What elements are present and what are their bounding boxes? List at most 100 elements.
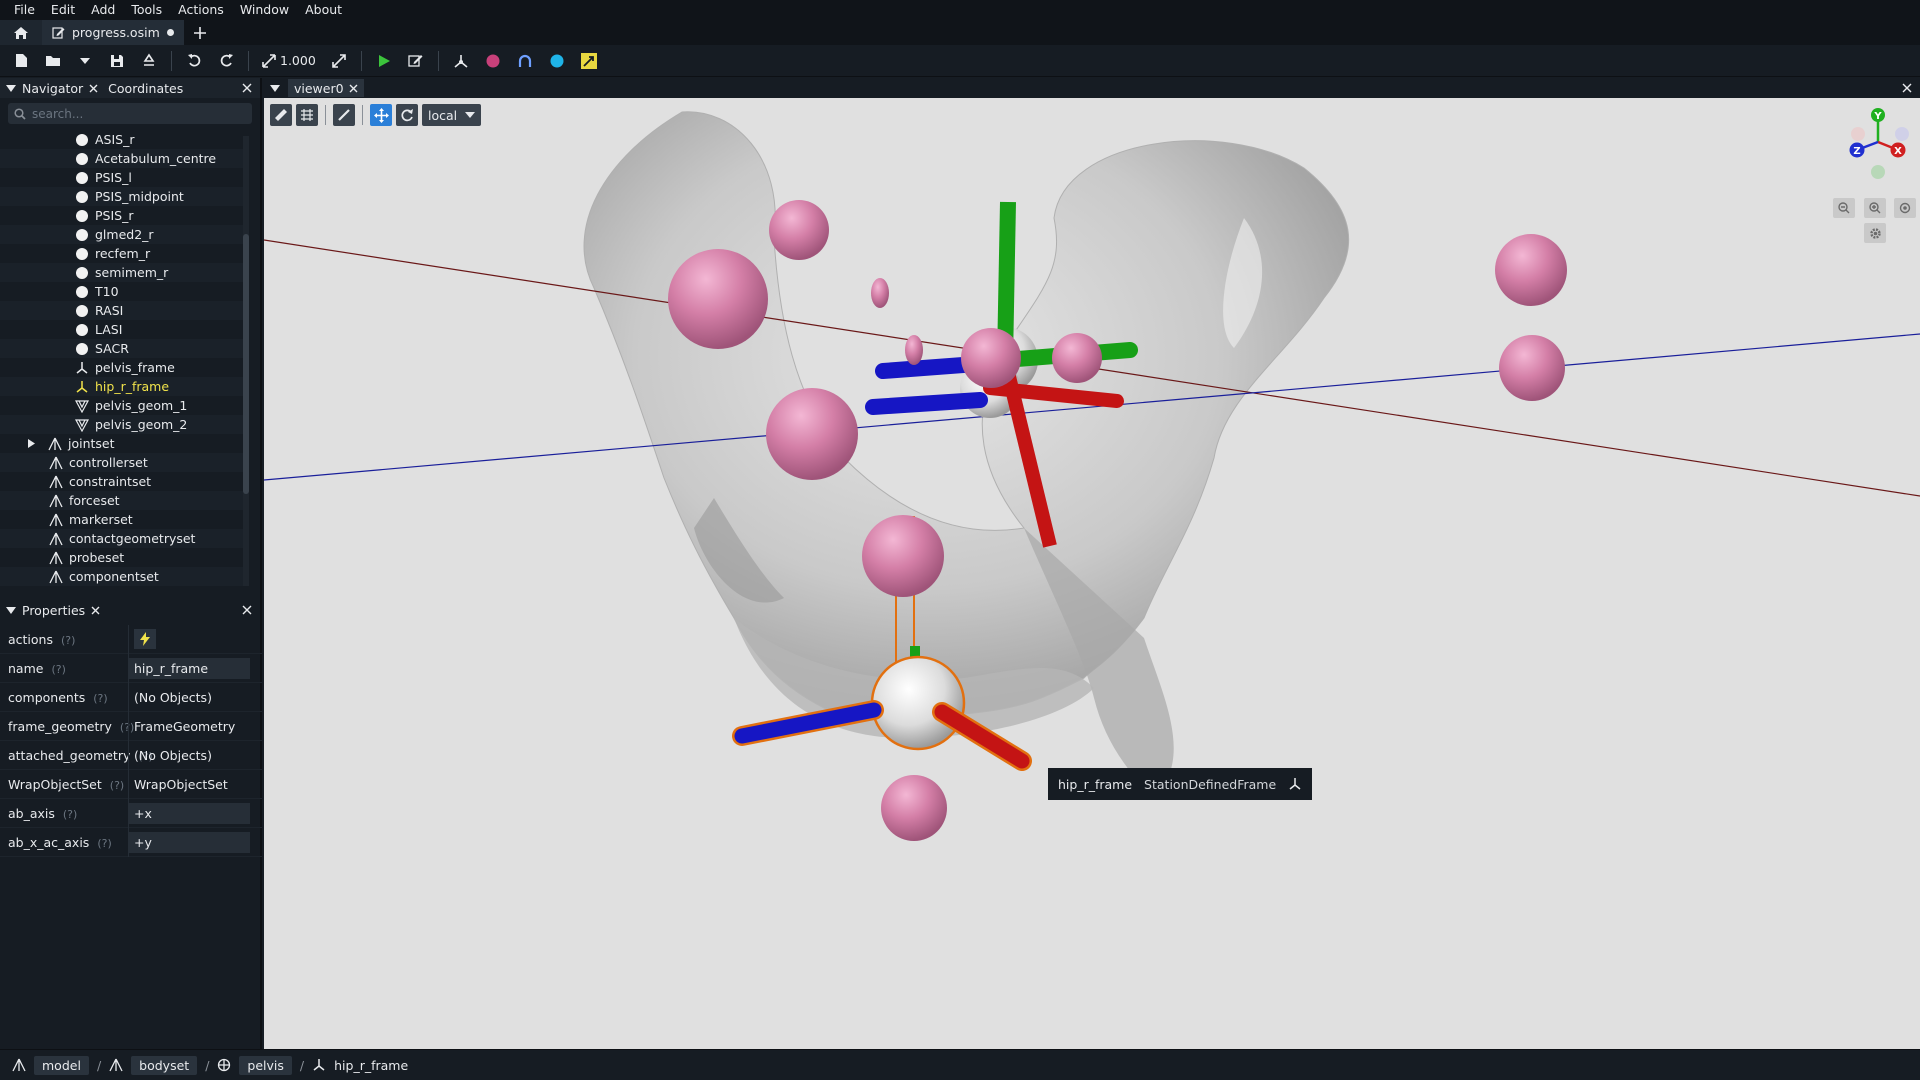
scale-control[interactable]: 1.000: [258, 53, 320, 68]
visual-options-button[interactable]: [296, 104, 318, 126]
breadcrumb-bodyset[interactable]: bodyset: [131, 1055, 198, 1075]
tree-item[interactable]: pelvis_geom_2: [0, 415, 246, 434]
close-properties-tab-icon[interactable]: [91, 606, 100, 615]
tree-item[interactable]: glmed2_r: [0, 225, 246, 244]
scene-canvas[interactable]: [264, 98, 1920, 1049]
marker-sphere[interactable]: [766, 388, 858, 480]
gizmo-space-select[interactable]: local: [422, 104, 482, 126]
tree-item[interactable]: Acetabulum_centre: [0, 149, 246, 168]
tree-item[interactable]: RASI: [0, 301, 246, 320]
collapse-caret-icon[interactable]: [270, 84, 280, 92]
marker-sphere[interactable]: [905, 335, 923, 365]
tree-item[interactable]: hip_r_frame: [0, 377, 246, 396]
menu-actions[interactable]: Actions: [170, 0, 232, 20]
property-input[interactable]: +x: [128, 802, 250, 824]
tree-item[interactable]: componentset: [0, 567, 246, 586]
redo-button[interactable]: [213, 49, 239, 73]
pelvis-mesh[interactable]: [583, 111, 1350, 798]
breadcrumb-pelvis[interactable]: pelvis: [239, 1055, 292, 1075]
autoscale-button[interactable]: [326, 49, 352, 73]
measure-button[interactable]: [333, 104, 355, 126]
breadcrumb-hip-r-frame[interactable]: hip_r_frame: [334, 1058, 408, 1073]
menu-edit[interactable]: Edit: [43, 0, 83, 20]
tree-item[interactable]: contactgeometryset: [0, 529, 246, 548]
marker-sphere[interactable]: [769, 200, 829, 260]
tree-item[interactable]: jointset: [0, 434, 246, 453]
marker-sphere[interactable]: [881, 775, 947, 841]
collapse-caret-icon[interactable]: [6, 606, 16, 614]
tab-viewer0[interactable]: viewer0: [288, 79, 364, 97]
tree-item[interactable]: controllerset: [0, 453, 246, 472]
tree-item[interactable]: LASI: [0, 320, 246, 339]
expand-caret-icon[interactable]: [28, 439, 35, 448]
tab-coordinates[interactable]: Coordinates: [108, 81, 183, 96]
marker-sphere[interactable]: [862, 515, 944, 597]
toggle-wrap-button[interactable]: [512, 49, 538, 73]
edit-sim-settings-button[interactable]: [403, 49, 429, 73]
tree-item[interactable]: SACR: [0, 339, 246, 358]
property-input[interactable]: hip_r_frame: [128, 657, 250, 679]
close-navigator-tab-icon[interactable]: [89, 84, 98, 93]
tab-navigator[interactable]: Navigator: [22, 81, 83, 96]
close-panel-icon[interactable]: [242, 605, 252, 615]
marker-sphere[interactable]: [1495, 234, 1567, 306]
tab-properties[interactable]: Properties: [22, 603, 85, 618]
tree-item[interactable]: T10: [0, 282, 246, 301]
scrollbar-thumb[interactable]: [243, 234, 249, 494]
tree-item[interactable]: markerset: [0, 510, 246, 529]
zoom-in-button[interactable]: [1864, 198, 1886, 218]
autofocus-button[interactable]: [1894, 198, 1916, 218]
translate-gizmo-button[interactable]: [370, 104, 392, 126]
new-tab-button[interactable]: [184, 20, 216, 45]
tree-item[interactable]: semimem_r: [0, 263, 246, 282]
home-tab[interactable]: [0, 20, 42, 45]
search-input[interactable]: [32, 106, 232, 121]
breadcrumb-model[interactable]: model: [34, 1055, 89, 1075]
tree-item[interactable]: PSIS_r: [0, 206, 246, 225]
undo-button[interactable]: [181, 49, 207, 73]
tree-item[interactable]: constraintset: [0, 472, 246, 491]
help-marker[interactable]: (?): [110, 779, 124, 792]
viewer-settings-button[interactable]: [1864, 223, 1886, 243]
close-viewer-tab-icon[interactable]: [349, 84, 358, 93]
help-marker[interactable]: (?): [97, 837, 111, 850]
toggle-markers-button[interactable]: [480, 49, 506, 73]
tree-item[interactable]: forceset: [0, 491, 246, 510]
menu-add[interactable]: Add: [83, 0, 123, 20]
scale-value[interactable]: 1.000: [280, 53, 316, 68]
tree-item[interactable]: PSIS_l: [0, 168, 246, 187]
marker-sphere[interactable]: [1499, 335, 1565, 401]
menu-about[interactable]: About: [297, 0, 350, 20]
ruler-button[interactable]: [270, 104, 292, 126]
marker-sphere[interactable]: [871, 278, 889, 308]
tree-item[interactable]: PSIS_midpoint: [0, 187, 246, 206]
help-marker[interactable]: (?): [93, 692, 107, 705]
toggle-contact-button[interactable]: [544, 49, 570, 73]
navigator-scrollbar[interactable]: [243, 136, 249, 586]
zoom-out-button[interactable]: [1833, 198, 1855, 218]
close-panel-icon[interactable]: [242, 83, 252, 93]
tree-item[interactable]: probeset: [0, 548, 246, 567]
toggle-frames-button[interactable]: [448, 49, 474, 73]
help-marker[interactable]: (?): [51, 663, 65, 676]
file-tab[interactable]: progress.osim: [42, 20, 184, 45]
actions-button[interactable]: [128, 629, 250, 650]
reload-button[interactable]: [136, 49, 162, 73]
tree-item[interactable]: ASIS_r: [0, 130, 246, 149]
toggle-forces-button[interactable]: [576, 49, 602, 73]
menu-file[interactable]: File: [6, 0, 43, 20]
menu-window[interactable]: Window: [232, 0, 297, 20]
property-input[interactable]: +y: [128, 831, 250, 853]
close-viewer-icon[interactable]: [1902, 83, 1912, 93]
tree-item[interactable]: pelvis_geom_1: [0, 396, 246, 415]
help-marker[interactable]: (?): [63, 808, 77, 821]
marker-sphere[interactable]: [668, 249, 768, 349]
marker-sphere[interactable]: [961, 328, 1021, 388]
orientation-gizmo[interactable]: Y X Z: [1842, 106, 1914, 184]
tree-item[interactable]: pelvis_frame: [0, 358, 246, 377]
open-file-button[interactable]: [40, 49, 66, 73]
3d-viewport[interactable]: local Y X Z hip_r_frame StationDefinedFr…: [264, 98, 1920, 1049]
help-marker[interactable]: (?): [61, 634, 75, 647]
save-button[interactable]: [104, 49, 130, 73]
marker-sphere[interactable]: [1052, 333, 1102, 383]
